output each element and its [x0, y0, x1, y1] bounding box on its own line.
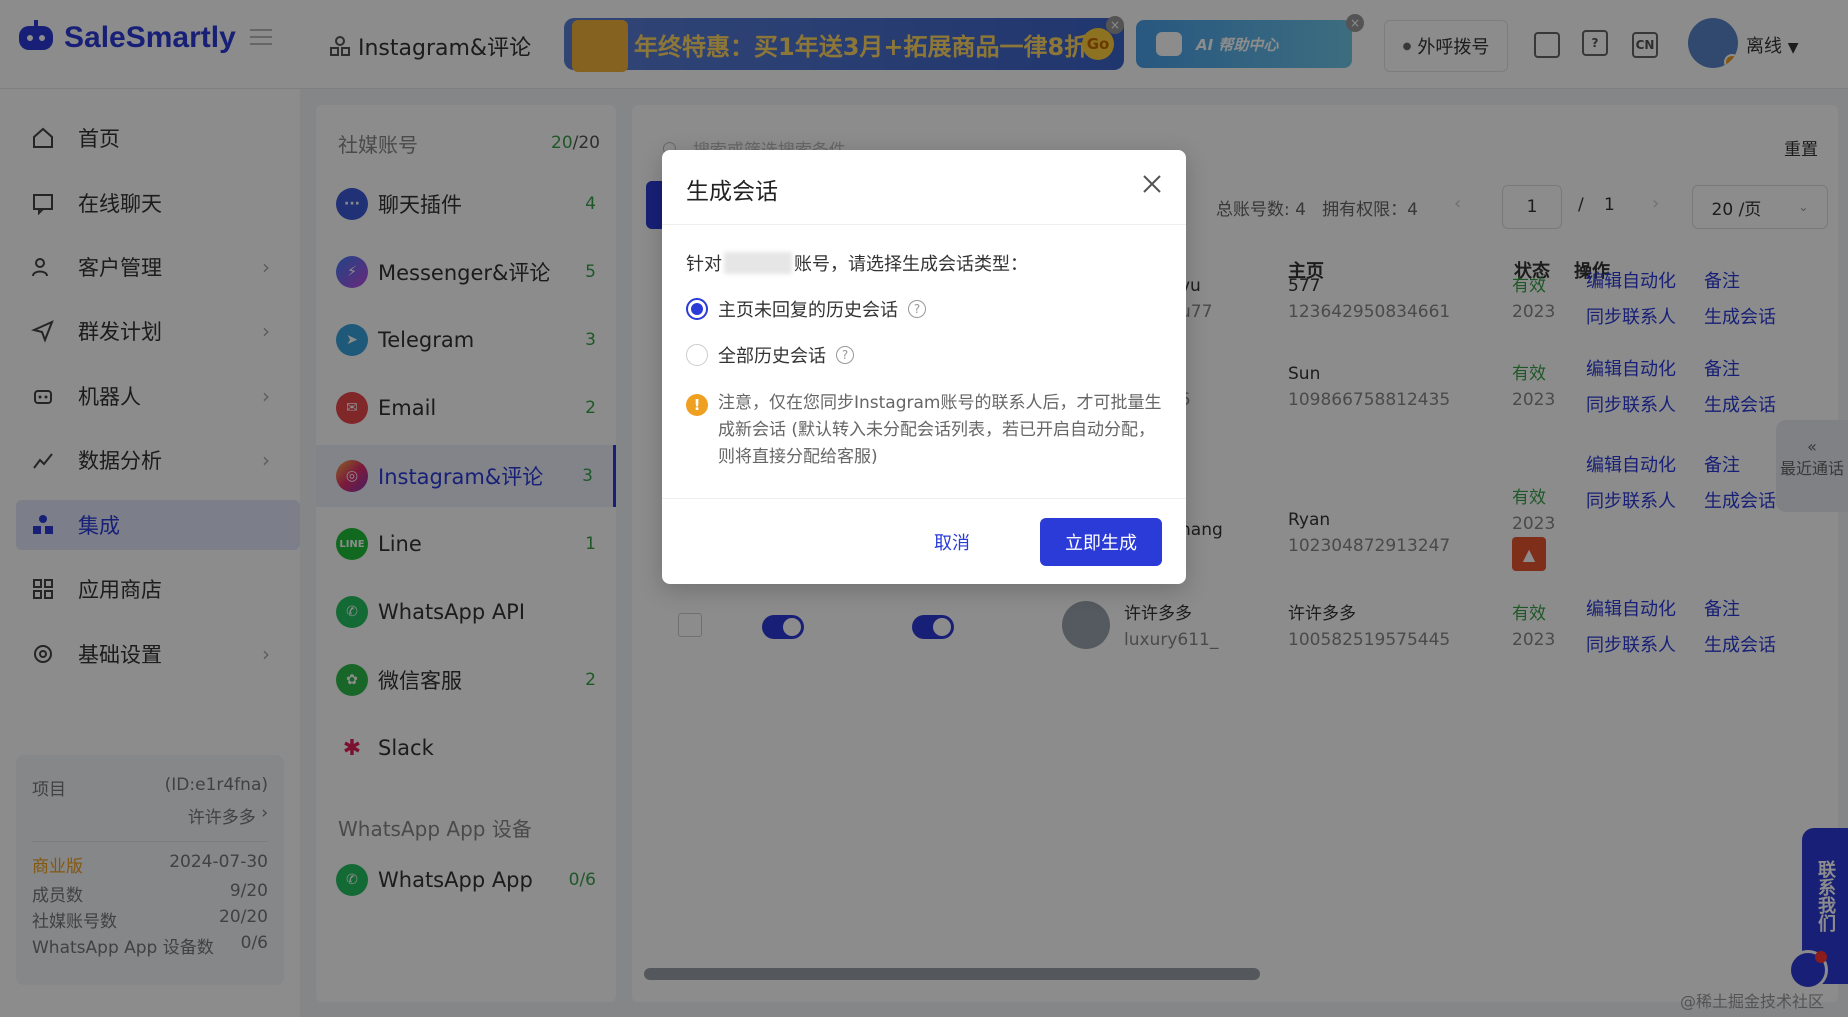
redacted-account	[724, 252, 792, 274]
dialog-title: 生成会话	[686, 179, 778, 205]
help-icon[interactable]: ?	[908, 300, 926, 318]
radio-selected[interactable]	[686, 298, 708, 320]
option-label: 全部历史会话	[718, 346, 826, 367]
prompt-prefix: 针对	[686, 254, 722, 275]
dialog-prompt: 针对 账号，请选择生成会话类型：	[686, 250, 1028, 276]
close-icon[interactable]	[1140, 172, 1164, 196]
option-all-history[interactable]: 全部历史会话 ?	[686, 342, 854, 368]
cancel-button[interactable]: 取消	[902, 518, 1002, 566]
option-unreplied-history[interactable]: 主页未回复的历史会话 ?	[686, 296, 926, 322]
generate-session-dialog: 生成会话 针对 账号，请选择生成会话类型： 主页未回复的历史会话 ? 全部历史会…	[662, 150, 1186, 584]
help-icon[interactable]: ?	[836, 346, 854, 364]
dialog-notice: 注意，仅在您同步Instagram账号的联系人后，才可批量生成新会话 (默认转入…	[718, 393, 1162, 467]
warning-icon: !	[686, 394, 708, 416]
radio-unselected[interactable]	[686, 344, 708, 366]
divider	[662, 224, 1186, 225]
prompt-suffix: 账号，请选择生成会话类型：	[794, 254, 1028, 275]
divider	[662, 498, 1186, 499]
option-label: 主页未回复的历史会话	[718, 300, 898, 321]
generate-now-button[interactable]: 立即生成	[1040, 518, 1162, 566]
